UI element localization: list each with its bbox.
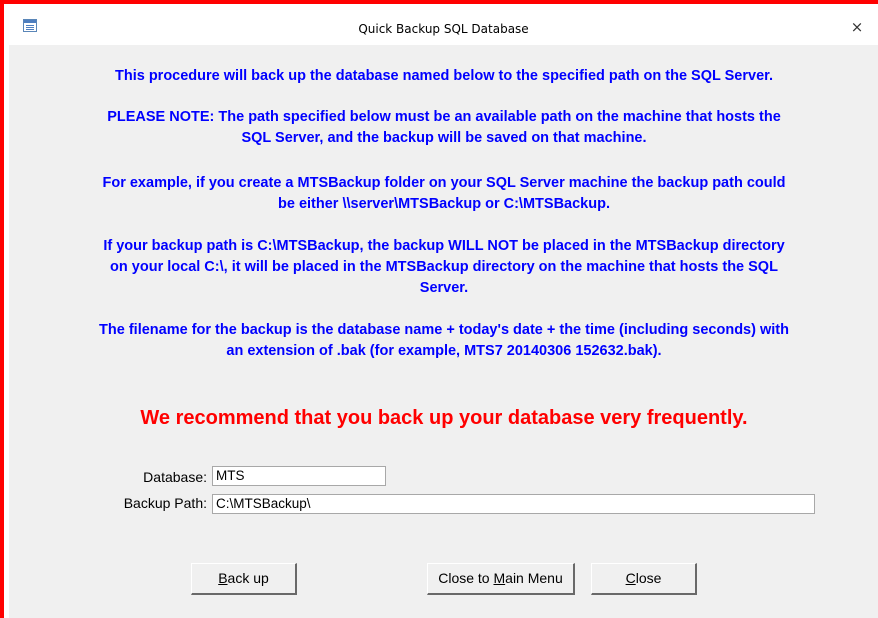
backup-path-label: Backup Path: — [123, 495, 207, 511]
info-paragraph-5: The filename for the backup is the datab… — [39, 320, 849, 362]
back-up-label: ack up — [227, 570, 269, 586]
info-paragraph-4: If your backup path is C:\MTSBackup, the… — [39, 236, 849, 299]
close-window-button[interactable]: × — [842, 13, 872, 41]
info-text: This procedure will back up the database… — [114, 68, 774, 84]
database-label: Database: — [143, 469, 207, 485]
close-to-main-menu-prefix: Close to — [438, 570, 494, 586]
info-text: PLEASE NOTE: The path specified below mu… — [107, 109, 781, 125]
close-to-main-menu-mnemonic: M — [493, 570, 506, 586]
info-text: SQL Server, and the backup will be saved… — [241, 130, 647, 146]
window-title: Quick Backup SQL Database — [358, 22, 529, 36]
recommendation-text: We recommend that you back up your datab… — [140, 407, 748, 429]
database-field[interactable]: MTS — [212, 466, 386, 486]
close-to-main-menu-button[interactable]: Close to Main Menu — [427, 563, 575, 595]
info-text: For example, if you create a MTSBackup f… — [102, 175, 786, 191]
info-paragraph-2: PLEASE NOTE: The path specified below mu… — [39, 107, 849, 149]
info-paragraph-1: This procedure will back up the database… — [39, 66, 849, 87]
title-bar: Quick Backup SQL Database × — [9, 13, 878, 45]
close-button[interactable]: Close — [591, 563, 697, 595]
info-text: Server. — [419, 280, 469, 296]
red-frame-top — [0, 0, 878, 4]
close-to-main-menu-label: ain Menu — [505, 570, 563, 586]
info-text: on your local C:\, it will be placed in … — [110, 259, 778, 275]
quick-backup-dialog: Quick Backup SQL Database × This procedu… — [9, 13, 878, 618]
close-mnemonic: C — [625, 570, 636, 586]
close-label: lose — [635, 570, 662, 586]
red-frame-left — [0, 0, 4, 618]
info-text: be either \\server\MTSBackup or C:\MTSBa… — [278, 196, 610, 212]
back-up-button[interactable]: Back up — [191, 563, 297, 595]
backup-path-field[interactable]: C:\MTSBackup\ — [212, 494, 815, 514]
info-text: an extension of .bak (for example, MTS7 … — [226, 343, 662, 359]
info-paragraph-3: For example, if you create a MTSBackup f… — [39, 173, 849, 215]
back-up-mnemonic: B — [218, 570, 228, 586]
info-text: The filename for the backup is the datab… — [99, 322, 789, 338]
info-text: If your backup path is C:\MTSBackup, the… — [103, 238, 785, 254]
